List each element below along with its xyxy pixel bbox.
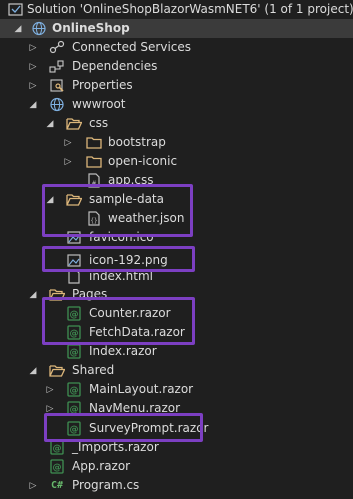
tree-item-css[interactable]: ◢ css: [0, 114, 353, 133]
tree-item-label: sample-data: [89, 192, 164, 206]
tree-item-dependencies[interactable]: ▷ Dependencies: [0, 57, 353, 76]
image-file-icon: [66, 230, 82, 245]
tree-item-connected-services[interactable]: ▷ Connected Services: [0, 38, 353, 57]
tree-item-label: Counter.razor: [89, 306, 171, 320]
chevron-down-icon[interactable]: ◢: [27, 285, 39, 304]
globe-icon: [49, 97, 65, 112]
tree-item-app-css[interactable]: # app.css: [0, 171, 353, 190]
css-file-icon: #: [86, 173, 102, 188]
chevron-right-icon[interactable]: ▷: [27, 76, 39, 95]
folder-open-icon: [66, 116, 82, 131]
folder-open-icon: [49, 287, 65, 302]
project-globe-icon: [31, 21, 47, 36]
tree-item-label: Pages: [72, 287, 108, 301]
csharp-file-icon: C#: [50, 480, 64, 491]
razor-file-icon: [49, 459, 65, 474]
tree-item-pages[interactable]: ◢ Pages: [0, 285, 353, 304]
chevron-down-icon[interactable]: ◢: [12, 19, 24, 38]
tree-item-mainlayout-razor[interactable]: ▷ MainLayout.razor: [0, 380, 353, 399]
tree-item-app-razor[interactable]: App.razor: [0, 457, 353, 476]
solution-row[interactable]: Solution 'OnlineShopBlazorWasmNET6' (1 o…: [0, 0, 353, 19]
folder-icon: [86, 154, 102, 169]
chevron-down-icon[interactable]: ◢: [44, 190, 56, 209]
tree-item-label: Shared: [72, 363, 115, 377]
chevron-down-icon[interactable]: ◢: [27, 95, 39, 114]
tree-item-label: Program.cs: [72, 478, 140, 492]
tree-item-label: Dependencies: [72, 59, 158, 73]
tree-item-fetchdata-razor[interactable]: FetchData.razor: [0, 323, 353, 342]
properties-icon: [49, 78, 65, 93]
svg-text:#: #: [91, 180, 96, 187]
connected-services-icon: [49, 40, 65, 55]
tree-item-label: _Imports.razor: [72, 440, 159, 454]
tree-item-counter-razor[interactable]: Counter.razor: [0, 304, 353, 323]
tree-item-label: App.razor: [72, 459, 131, 473]
tree-item-navmenu-razor[interactable]: ▷ NavMenu.razor: [0, 399, 353, 418]
tree-item-label: index.html: [89, 269, 153, 283]
tree-item-bootstrap[interactable]: ▷ bootstrap: [0, 133, 353, 152]
razor-file-icon: [66, 306, 82, 321]
svg-text:{}: {}: [90, 218, 97, 225]
tree-item-properties[interactable]: ▷ Properties: [0, 76, 353, 95]
tree-item-label: icon-192.png: [89, 253, 168, 267]
tree-item-label: Properties: [72, 78, 133, 92]
tree-item-label: Connected Services: [72, 40, 192, 54]
chevron-right-icon[interactable]: ▷: [44, 380, 56, 399]
dependencies-icon: [49, 59, 65, 74]
chevron-down-icon[interactable]: ◢: [27, 361, 39, 380]
chevron-right-icon[interactable]: ▷: [62, 133, 74, 152]
json-file-icon: {}: [86, 211, 102, 226]
razor-file-icon: [66, 421, 82, 436]
solution-label: Solution 'OnlineShopBlazorWasmNET6' (1 o…: [27, 2, 353, 16]
html-file-icon: [66, 269, 82, 284]
tree-item-label: wwwroot: [72, 97, 126, 111]
tree-item-label: favicon.ico: [89, 230, 154, 244]
tree-item-label: bootstrap: [108, 135, 166, 149]
tree-item-label: weather.json: [108, 211, 185, 225]
folder-open-icon: [49, 363, 65, 378]
tree-item-imports-razor[interactable]: _Imports.razor: [0, 438, 353, 457]
tree-item-open-iconic[interactable]: ▷ open-iconic: [0, 152, 353, 171]
folder-icon: [86, 135, 102, 150]
folder-open-icon: [66, 192, 82, 207]
tree-item-favicon[interactable]: favicon.ico: [0, 228, 353, 247]
chevron-down-icon[interactable]: ◢: [44, 114, 56, 133]
tree-item-index-razor[interactable]: Index.razor: [0, 342, 353, 361]
chevron-right-icon[interactable]: ▷: [44, 399, 56, 418]
tree-item-label: MainLayout.razor: [89, 382, 194, 396]
tree-item-sample-data[interactable]: ◢ sample-data: [0, 190, 353, 209]
tree-item-weather-json[interactable]: {} weather.json: [0, 209, 353, 228]
image-file-icon: [66, 253, 82, 268]
tree-item-label: SurveyPrompt.razor: [89, 421, 209, 435]
razor-file-icon: [66, 401, 82, 416]
tree-item-program-cs[interactable]: ▷ C# Program.cs: [0, 476, 353, 495]
tree-item-label: NavMenu.razor: [89, 401, 181, 415]
tree-item-surveyprompt-razor[interactable]: SurveyPrompt.razor: [0, 419, 353, 438]
tree-item-label: Index.razor: [89, 344, 157, 358]
razor-file-icon: [66, 382, 82, 397]
chevron-right-icon[interactable]: ▷: [27, 476, 39, 495]
tree-item-label: app.css: [108, 173, 154, 187]
razor-file-icon: [66, 325, 82, 340]
chevron-right-icon[interactable]: ▷: [62, 152, 74, 171]
tree-item-shared[interactable]: ◢ Shared: [0, 361, 353, 380]
razor-file-icon: [66, 344, 82, 359]
tree-item-project[interactable]: ◢ OnlineShop: [0, 19, 353, 38]
solution-icon: [8, 2, 24, 17]
project-label: OnlineShop: [52, 21, 130, 35]
chevron-right-icon[interactable]: ▷: [27, 57, 39, 76]
tree-item-label: css: [89, 116, 109, 130]
tree-item-index-html[interactable]: index.html: [0, 267, 353, 286]
tree-item-wwwroot[interactable]: ◢ wwwroot: [0, 95, 353, 114]
chevron-right-icon[interactable]: ▷: [27, 38, 39, 57]
razor-file-icon: [49, 440, 65, 455]
tree-item-label: FetchData.razor: [89, 325, 185, 339]
tree-item-label: open-iconic: [108, 154, 178, 168]
